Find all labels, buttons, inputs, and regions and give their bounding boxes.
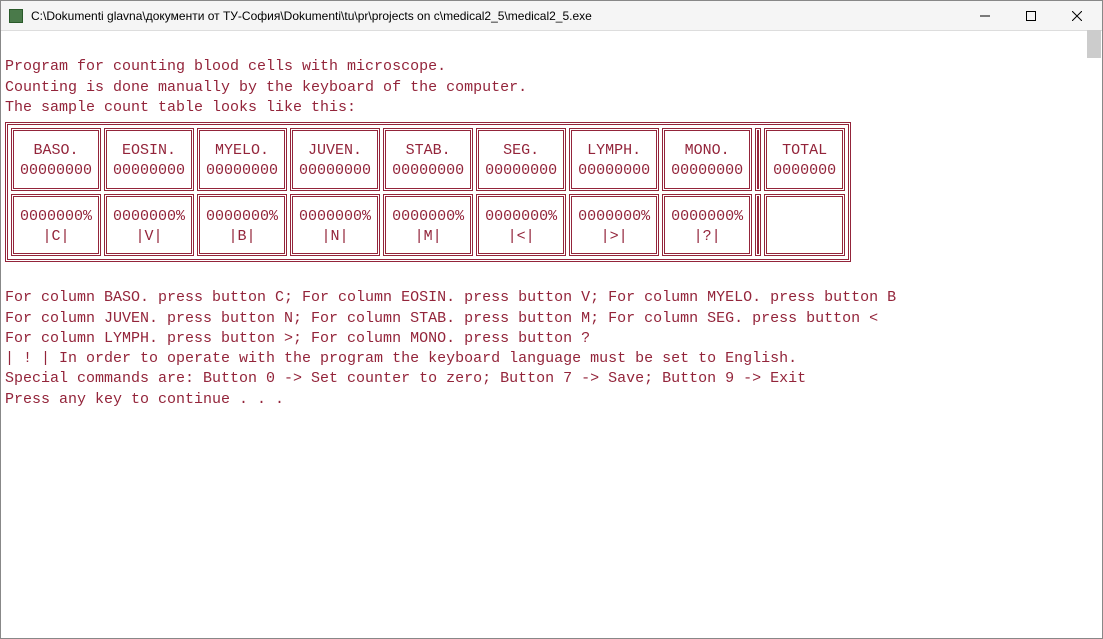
cell-percent: 0000000% |>| <box>569 194 659 257</box>
count-table: BASO. 00000000 EOSIN. 00000000 MYELO. 00… <box>5 122 851 262</box>
cell-percent: 0000000% |B| <box>197 194 287 257</box>
cell-percent: 0000000% |<| <box>476 194 566 257</box>
console-output: Program for counting blood cells with mi… <box>1 31 1102 638</box>
window-controls <box>962 1 1100 30</box>
cell-percent: 0000000% |N| <box>290 194 380 257</box>
maximize-icon <box>1026 11 1036 21</box>
window-title: C:\Dokumenti glavna\документи от ТУ-Софи… <box>31 9 962 23</box>
help-line: For column LYMPH. press button >; For co… <box>5 330 590 347</box>
cell-header: MONO. 00000000 <box>662 128 752 191</box>
titlebar: C:\Dokumenti glavna\документи от ТУ-Софи… <box>1 1 1102 31</box>
close-icon <box>1072 11 1082 21</box>
help-line: Press any key to continue . . . <box>5 391 284 408</box>
cell-header: TOTAL 0000000 <box>764 128 845 191</box>
intro-line: Counting is done manually by the keyboar… <box>5 79 527 96</box>
cell-header: MYELO. 00000000 <box>197 128 287 191</box>
cell-percent: 0000000% |M| <box>383 194 473 257</box>
cell-divider <box>755 128 761 191</box>
cell-header: BASO. 00000000 <box>11 128 101 191</box>
cell-percent: 0000000% |V| <box>104 194 194 257</box>
intro-line: The sample count table looks like this: <box>5 99 356 116</box>
cell-percent: 0000000% |C| <box>11 194 101 257</box>
cell-header: SEG. 00000000 <box>476 128 566 191</box>
cell-header: JUVEN. 00000000 <box>290 128 380 191</box>
table-row: BASO. 00000000 EOSIN. 00000000 MYELO. 00… <box>11 128 845 191</box>
minimize-icon <box>980 11 990 21</box>
cell-header: LYMPH. 00000000 <box>569 128 659 191</box>
cell-percent: 0000000% |?| <box>662 194 752 257</box>
maximize-button[interactable] <box>1008 1 1054 30</box>
cell-header: EOSIN. 00000000 <box>104 128 194 191</box>
help-line: Special commands are: Button 0 -> Set co… <box>5 370 806 387</box>
cell-empty <box>764 194 845 257</box>
app-icon <box>9 9 23 23</box>
help-line: For column JUVEN. press button N; For co… <box>5 310 878 327</box>
help-line: | ! | In order to operate with the progr… <box>5 350 797 367</box>
cell-header: STAB. 00000000 <box>383 128 473 191</box>
cell-divider <box>755 194 761 257</box>
close-button[interactable] <box>1054 1 1100 30</box>
intro-line: Program for counting blood cells with mi… <box>5 58 446 75</box>
minimize-button[interactable] <box>962 1 1008 30</box>
table-row: 0000000% |C| 0000000% |V| 0000000% |B| 0… <box>11 194 845 257</box>
help-line: For column BASO. press button C; For col… <box>5 289 896 306</box>
